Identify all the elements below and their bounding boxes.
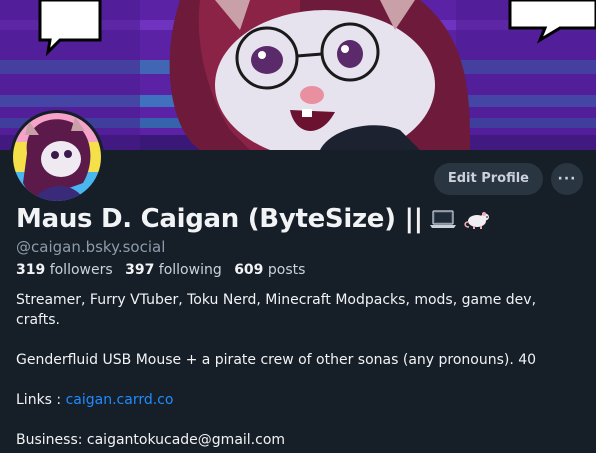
posts-label: posts	[267, 262, 306, 278]
display-name: Maus D. Caigan (ByteSize) ||	[16, 204, 423, 234]
bio-line-2: Genderfluid USB Mouse + a pirate crew of…	[16, 352, 537, 368]
links-label: Links :	[16, 392, 66, 408]
rat-icon	[463, 208, 491, 230]
following-label: following	[158, 262, 222, 278]
followers-link[interactable]: 319 followers	[16, 262, 113, 278]
posts-stat: 609 posts	[234, 262, 305, 278]
posts-count: 609	[234, 262, 264, 278]
following-count: 397	[125, 262, 155, 278]
bio-business-line: Business: caigantokucade@gmail.com	[16, 432, 286, 448]
bio-line-1: Streamer, Furry VTuber, Toku Nerd, Minec…	[16, 292, 537, 328]
followers-count: 319	[16, 262, 46, 278]
carrd-link[interactable]: caigan.carrd.co	[66, 392, 174, 408]
followers-label: followers	[49, 262, 113, 278]
edit-profile-button[interactable]: Edit Profile	[433, 163, 543, 195]
bio-links-line: Links : caigan.carrd.co	[16, 390, 576, 410]
ellipsis-icon: ···	[557, 171, 577, 187]
avatar-image	[13, 113, 101, 201]
profile-handle: @caigan.bsky.social	[16, 238, 166, 256]
profile-actions: Edit Profile ···	[433, 163, 583, 195]
display-name-row: Maus D. Caigan (ByteSize) ||	[16, 204, 491, 234]
profile-stats: 319 followers 397 following 609 posts	[16, 262, 305, 278]
profile-avatar[interactable]	[10, 110, 104, 204]
more-options-button[interactable]: ···	[551, 163, 583, 195]
laptop-icon	[429, 208, 457, 230]
following-link[interactable]: 397 following	[125, 262, 222, 278]
profile-bio: Streamer, Furry VTuber, Toku Nerd, Minec…	[16, 290, 576, 450]
